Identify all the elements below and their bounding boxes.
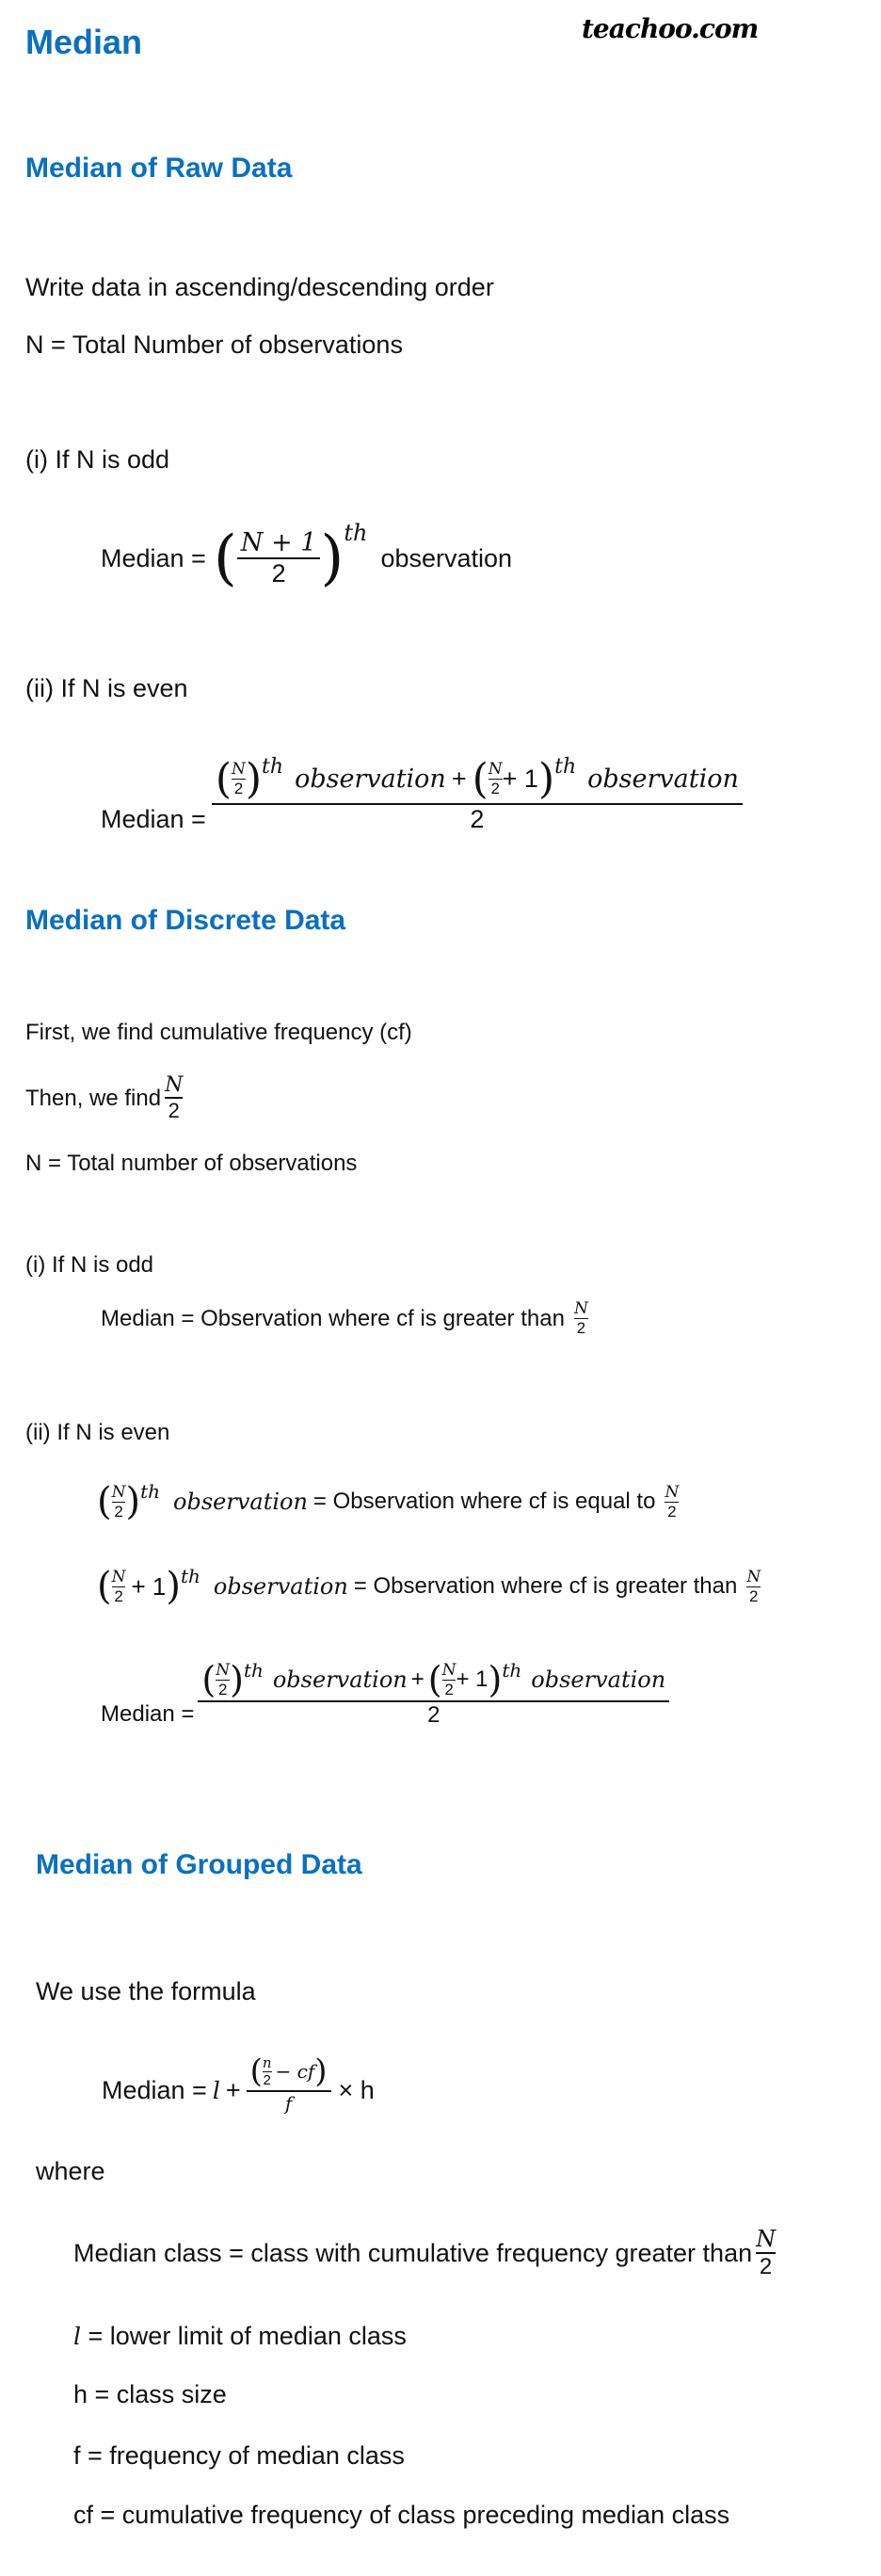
definition-class-size: h = class size bbox=[73, 2380, 227, 2408]
section-heading-grouped-data: Median of Grouped Data bbox=[36, 1849, 362, 1880]
fraction: N + 1 2 bbox=[236, 528, 321, 588]
raw-odd-formula: Median = ( N + 1 2 ) th observation bbox=[101, 520, 513, 593]
discrete-odd-label: (i) If N is odd bbox=[25, 1252, 154, 1278]
fraction: ( N2 ) th observation + ( N2 + 1 ) th ob… bbox=[211, 755, 743, 834]
page-title: Median bbox=[25, 23, 143, 61]
raw-odd-label: (i) If N is odd bbox=[25, 445, 170, 474]
discrete-even-row-n-half-plus-one: ( N2 + 1 ) th observation = Observation … bbox=[97, 1565, 761, 1608]
open-paren: ( bbox=[213, 523, 237, 593]
definition-median-class: Median class = class with cumulative fre… bbox=[73, 2226, 777, 2279]
discrete-odd-formula: Median = Observation where cf is greater… bbox=[101, 1299, 588, 1337]
section-heading-discrete-data: Median of Discrete Data bbox=[25, 905, 346, 936]
raw-line-n-definition: N = Total Number of observations bbox=[25, 330, 403, 359]
discrete-line-cf: First, we find cumulative frequency (cf) bbox=[25, 1020, 412, 1045]
formula-lhs: Median = bbox=[101, 543, 206, 572]
grouped-where: where bbox=[36, 2157, 105, 2185]
grouped-formula: Median = l + ( n2 − cf ) f × h bbox=[102, 2053, 375, 2115]
close-paren: ) bbox=[320, 523, 344, 593]
definition-lower-limit: l = lower limit of median class bbox=[73, 2322, 407, 2350]
definition-cumulative-frequency: cf = cumulative frequency of class prece… bbox=[73, 2501, 730, 2529]
discrete-even-label: (ii) If N is even bbox=[25, 1420, 170, 1445]
teachoo-logo: teachoo.com bbox=[582, 13, 759, 44]
definition-frequency: f = frequency of median class bbox=[73, 2441, 405, 2470]
discrete-line-n-definition: N = Total number of observations bbox=[25, 1151, 358, 1176]
raw-even-formula: Median = ( N2 ) th observation + ( N2 + … bbox=[101, 755, 743, 834]
section-heading-raw-data: Median of Raw Data bbox=[25, 153, 293, 184]
discrete-line-find-n-half: Then, we find N2 bbox=[25, 1073, 184, 1122]
n-over-2: N2 bbox=[165, 1073, 184, 1122]
raw-even-label: (ii) If N is even bbox=[25, 674, 188, 702]
raw-line-ordering: Write data in ascending/descending order bbox=[25, 273, 494, 301]
grouped-intro: We use the formula bbox=[36, 1977, 256, 2005]
discrete-even-median-formula: Median = ( N2 ) th observation + ( N2 + … bbox=[101, 1659, 670, 1729]
discrete-even-row-n-half: ( N2 ) th observation = Observation wher… bbox=[97, 1480, 680, 1523]
